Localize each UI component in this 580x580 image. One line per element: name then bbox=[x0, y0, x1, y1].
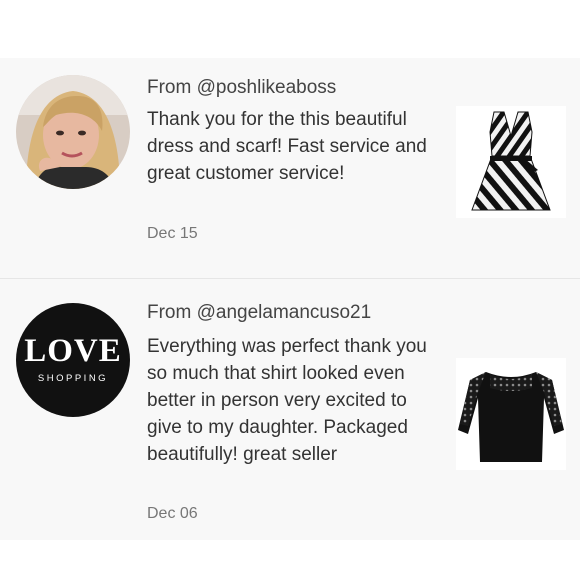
review-author[interactable]: From @poshlikeaboss bbox=[147, 77, 336, 99]
review-date: Dec 15 bbox=[147, 225, 198, 242]
review-author[interactable]: From @angelamancuso21 bbox=[147, 302, 371, 324]
user-photo-icon bbox=[16, 75, 130, 189]
black-lace-shirt-icon bbox=[456, 358, 566, 470]
item-thumbnail[interactable] bbox=[456, 358, 566, 470]
review-card: LOVE SHOPPING From @angelamancuso21 Ever… bbox=[0, 279, 580, 540]
user-avatar[interactable] bbox=[16, 75, 130, 189]
review-message: Thank you for the this beautiful dress a… bbox=[147, 109, 427, 184]
top-margin bbox=[0, 0, 580, 58]
review-card: From @poshlikeaboss Thank you for the th… bbox=[0, 58, 580, 278]
logo-word: LOVE bbox=[24, 333, 122, 369]
item-thumbnail[interactable] bbox=[456, 106, 566, 218]
striped-dress-icon bbox=[456, 106, 566, 218]
review-message: Everything was perfect thank you so much… bbox=[147, 336, 427, 465]
review-date: Dec 06 bbox=[147, 505, 198, 522]
user-avatar[interactable]: LOVE SHOPPING bbox=[16, 303, 130, 417]
logo-subtitle: SHOPPING bbox=[37, 373, 109, 384]
bottom-margin bbox=[0, 540, 580, 580]
